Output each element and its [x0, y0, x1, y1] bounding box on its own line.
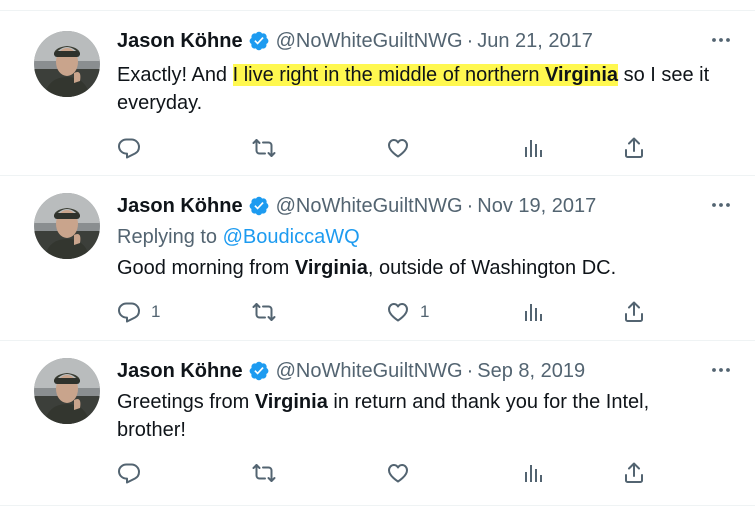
tweet-actions: 1 1 [117, 297, 657, 327]
tweet-text-segment: Exactly! And [117, 64, 233, 86]
replying-to: Replying to @BoudiccaWQ [117, 224, 360, 250]
tweet-text: Greetings from Virginia in return and th… [117, 388, 707, 444]
author-name[interactable]: Jason Köhne [117, 193, 243, 219]
more-horizontal-icon[interactable] [709, 193, 733, 217]
share-icon [622, 461, 646, 485]
share-button[interactable] [622, 133, 646, 163]
reply-count: 1 [151, 302, 161, 321]
share-icon [622, 300, 646, 324]
retweet-button[interactable] [251, 297, 277, 327]
views-button[interactable] [521, 458, 545, 488]
reply-button[interactable] [117, 133, 141, 163]
verified-badge-icon [248, 30, 270, 52]
tweet-actions [117, 458, 657, 488]
highlighted-text-segment: I live right in the middle of northern [232, 64, 546, 86]
retweet-button[interactable] [251, 133, 277, 163]
tweet-date[interactable]: Jun 21, 2017 [477, 28, 593, 54]
highlighted-keyword: Virginia [254, 391, 328, 413]
reply-icon [117, 136, 141, 160]
tweet-text: Good morning from Virginia, outside of W… [117, 254, 717, 282]
like-button[interactable] [386, 133, 410, 163]
highlighted-keyword: Virginia [545, 64, 619, 86]
reply-button[interactable]: 1 [117, 297, 160, 327]
tweet-header: Jason Köhne @NoWhiteGuiltNWG · Nov 19, 2… [117, 193, 596, 219]
views-button[interactable] [521, 133, 545, 163]
reply-icon [117, 300, 141, 324]
views-icon [521, 136, 545, 160]
replying-to-label: Replying to [117, 226, 223, 248]
share-button[interactable] [622, 458, 646, 488]
tweet-actions [117, 133, 657, 163]
author-name[interactable]: Jason Köhne [117, 28, 243, 54]
views-icon [521, 300, 545, 324]
like-button[interactable]: 1 [386, 297, 429, 327]
avatar[interactable] [34, 31, 100, 97]
more-horizontal-icon[interactable] [709, 358, 733, 382]
tweet-text-segment: , outside of Washington DC. [367, 257, 617, 279]
like-count: 1 [420, 302, 430, 321]
tweet-header: Jason Köhne @NoWhiteGuiltNWG · Sep 8, 20… [117, 358, 585, 384]
tweet-header: Jason Köhne @NoWhiteGuiltNWG · Jun 21, 2… [117, 28, 593, 54]
author-handle[interactable]: @NoWhiteGuiltNWG [276, 358, 463, 384]
author-name[interactable]: Jason Köhne [117, 358, 243, 384]
reply-button[interactable] [117, 458, 141, 488]
views-icon [521, 461, 545, 485]
avatar[interactable] [34, 358, 100, 424]
like-icon [386, 461, 410, 485]
share-button[interactable] [622, 297, 646, 327]
tweet-text: Exactly! And I live right in the middle … [117, 61, 717, 117]
share-icon [622, 136, 646, 160]
retweet-button[interactable] [251, 458, 277, 488]
like-icon [386, 136, 410, 160]
more-horizontal-icon[interactable] [709, 28, 733, 52]
reply-icon [117, 461, 141, 485]
separator: · [466, 30, 474, 52]
verified-badge-icon [248, 195, 270, 217]
avatar[interactable] [34, 193, 100, 259]
highlighted-keyword: Virginia [294, 257, 368, 279]
like-button[interactable] [386, 458, 410, 488]
retweet-icon [251, 300, 277, 324]
separator: · [466, 360, 474, 382]
tweet-date[interactable]: Sep 8, 2019 [477, 358, 585, 384]
author-handle[interactable]: @NoWhiteGuiltNWG [276, 193, 463, 219]
like-icon [386, 300, 410, 324]
views-button[interactable] [521, 297, 545, 327]
retweet-icon [251, 461, 277, 485]
tweet-date[interactable]: Nov 19, 2017 [477, 193, 596, 219]
tweet-text-segment: Greetings from [117, 391, 255, 413]
replying-to-mention[interactable]: @BoudiccaWQ [223, 226, 360, 248]
tweet-text-segment: Good morning from [117, 257, 295, 279]
highlighted-text: I live right in the middle of northern V… [232, 64, 619, 86]
tweet[interactable]: Jason Köhne @NoWhiteGuiltNWG · Sep 8, 20… [0, 340, 755, 506]
retweet-icon [251, 136, 277, 160]
tweet[interactable]: Jason Köhne @NoWhiteGuiltNWG · Nov 19, 2… [0, 175, 755, 340]
author-handle[interactable]: @NoWhiteGuiltNWG [276, 28, 463, 54]
separator: · [466, 195, 474, 217]
tweet[interactable]: Jason Köhne @NoWhiteGuiltNWG · Jun 21, 2… [0, 10, 755, 175]
verified-badge-icon [248, 360, 270, 382]
